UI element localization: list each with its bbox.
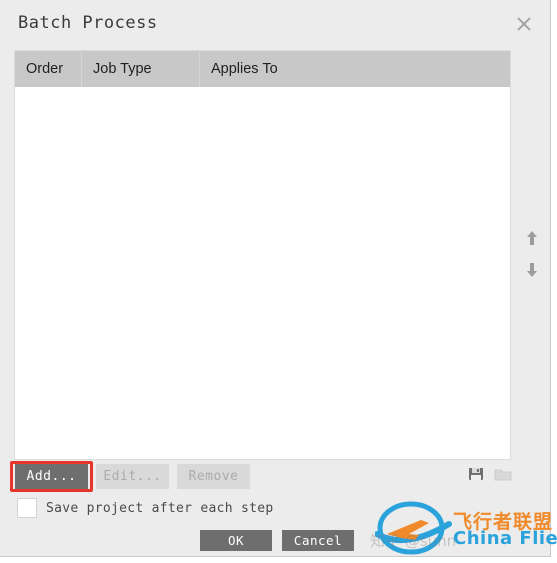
table-header-row: Order Job Type Applies To <box>15 51 510 87</box>
footer-button-group: OK Cancel <box>200 530 354 551</box>
save-disk-icon[interactable] <box>468 466 484 487</box>
arrow-up-icon[interactable] <box>522 228 542 248</box>
save-project-label: Save project after each step <box>46 500 274 516</box>
watermark-text-en: China Flier <box>453 528 557 549</box>
watermark-logo: 飞行者联盟 China Flier <box>374 500 557 560</box>
cancel-button[interactable]: Cancel <box>282 530 354 551</box>
remove-button: Remove <box>177 464 250 489</box>
batch-process-dialog: Batch Process Order Job Type Applies To <box>0 0 557 557</box>
save-project-checkbox[interactable] <box>17 498 37 518</box>
open-folder-icon[interactable] <box>494 467 512 487</box>
table-body-empty[interactable] <box>15 87 510 459</box>
reorder-controls <box>519 228 545 280</box>
airplane-orbit-icon <box>374 501 452 555</box>
watermark-text-cn: 飞行者联盟 <box>453 511 554 533</box>
column-header-applies-to[interactable]: Applies To <box>200 51 510 87</box>
edit-button: Edit... <box>96 464 169 489</box>
watermark-zhihu: 知乎 @sunn <box>370 532 457 550</box>
column-header-order[interactable]: Order <box>15 51 82 87</box>
job-list-table[interactable]: Order Job Type Applies To <box>14 50 511 460</box>
file-icon-group <box>468 466 512 487</box>
add-button[interactable]: Add... <box>15 464 88 489</box>
column-header-job-type[interactable]: Job Type <box>82 51 200 87</box>
close-icon[interactable] <box>512 12 536 36</box>
page-title: Batch Process <box>18 13 158 33</box>
dialog-title-bar: Batch Process <box>0 0 550 45</box>
arrow-down-icon[interactable] <box>522 260 542 280</box>
save-project-option[interactable]: Save project after each step <box>17 498 274 518</box>
ok-button[interactable]: OK <box>200 530 272 551</box>
